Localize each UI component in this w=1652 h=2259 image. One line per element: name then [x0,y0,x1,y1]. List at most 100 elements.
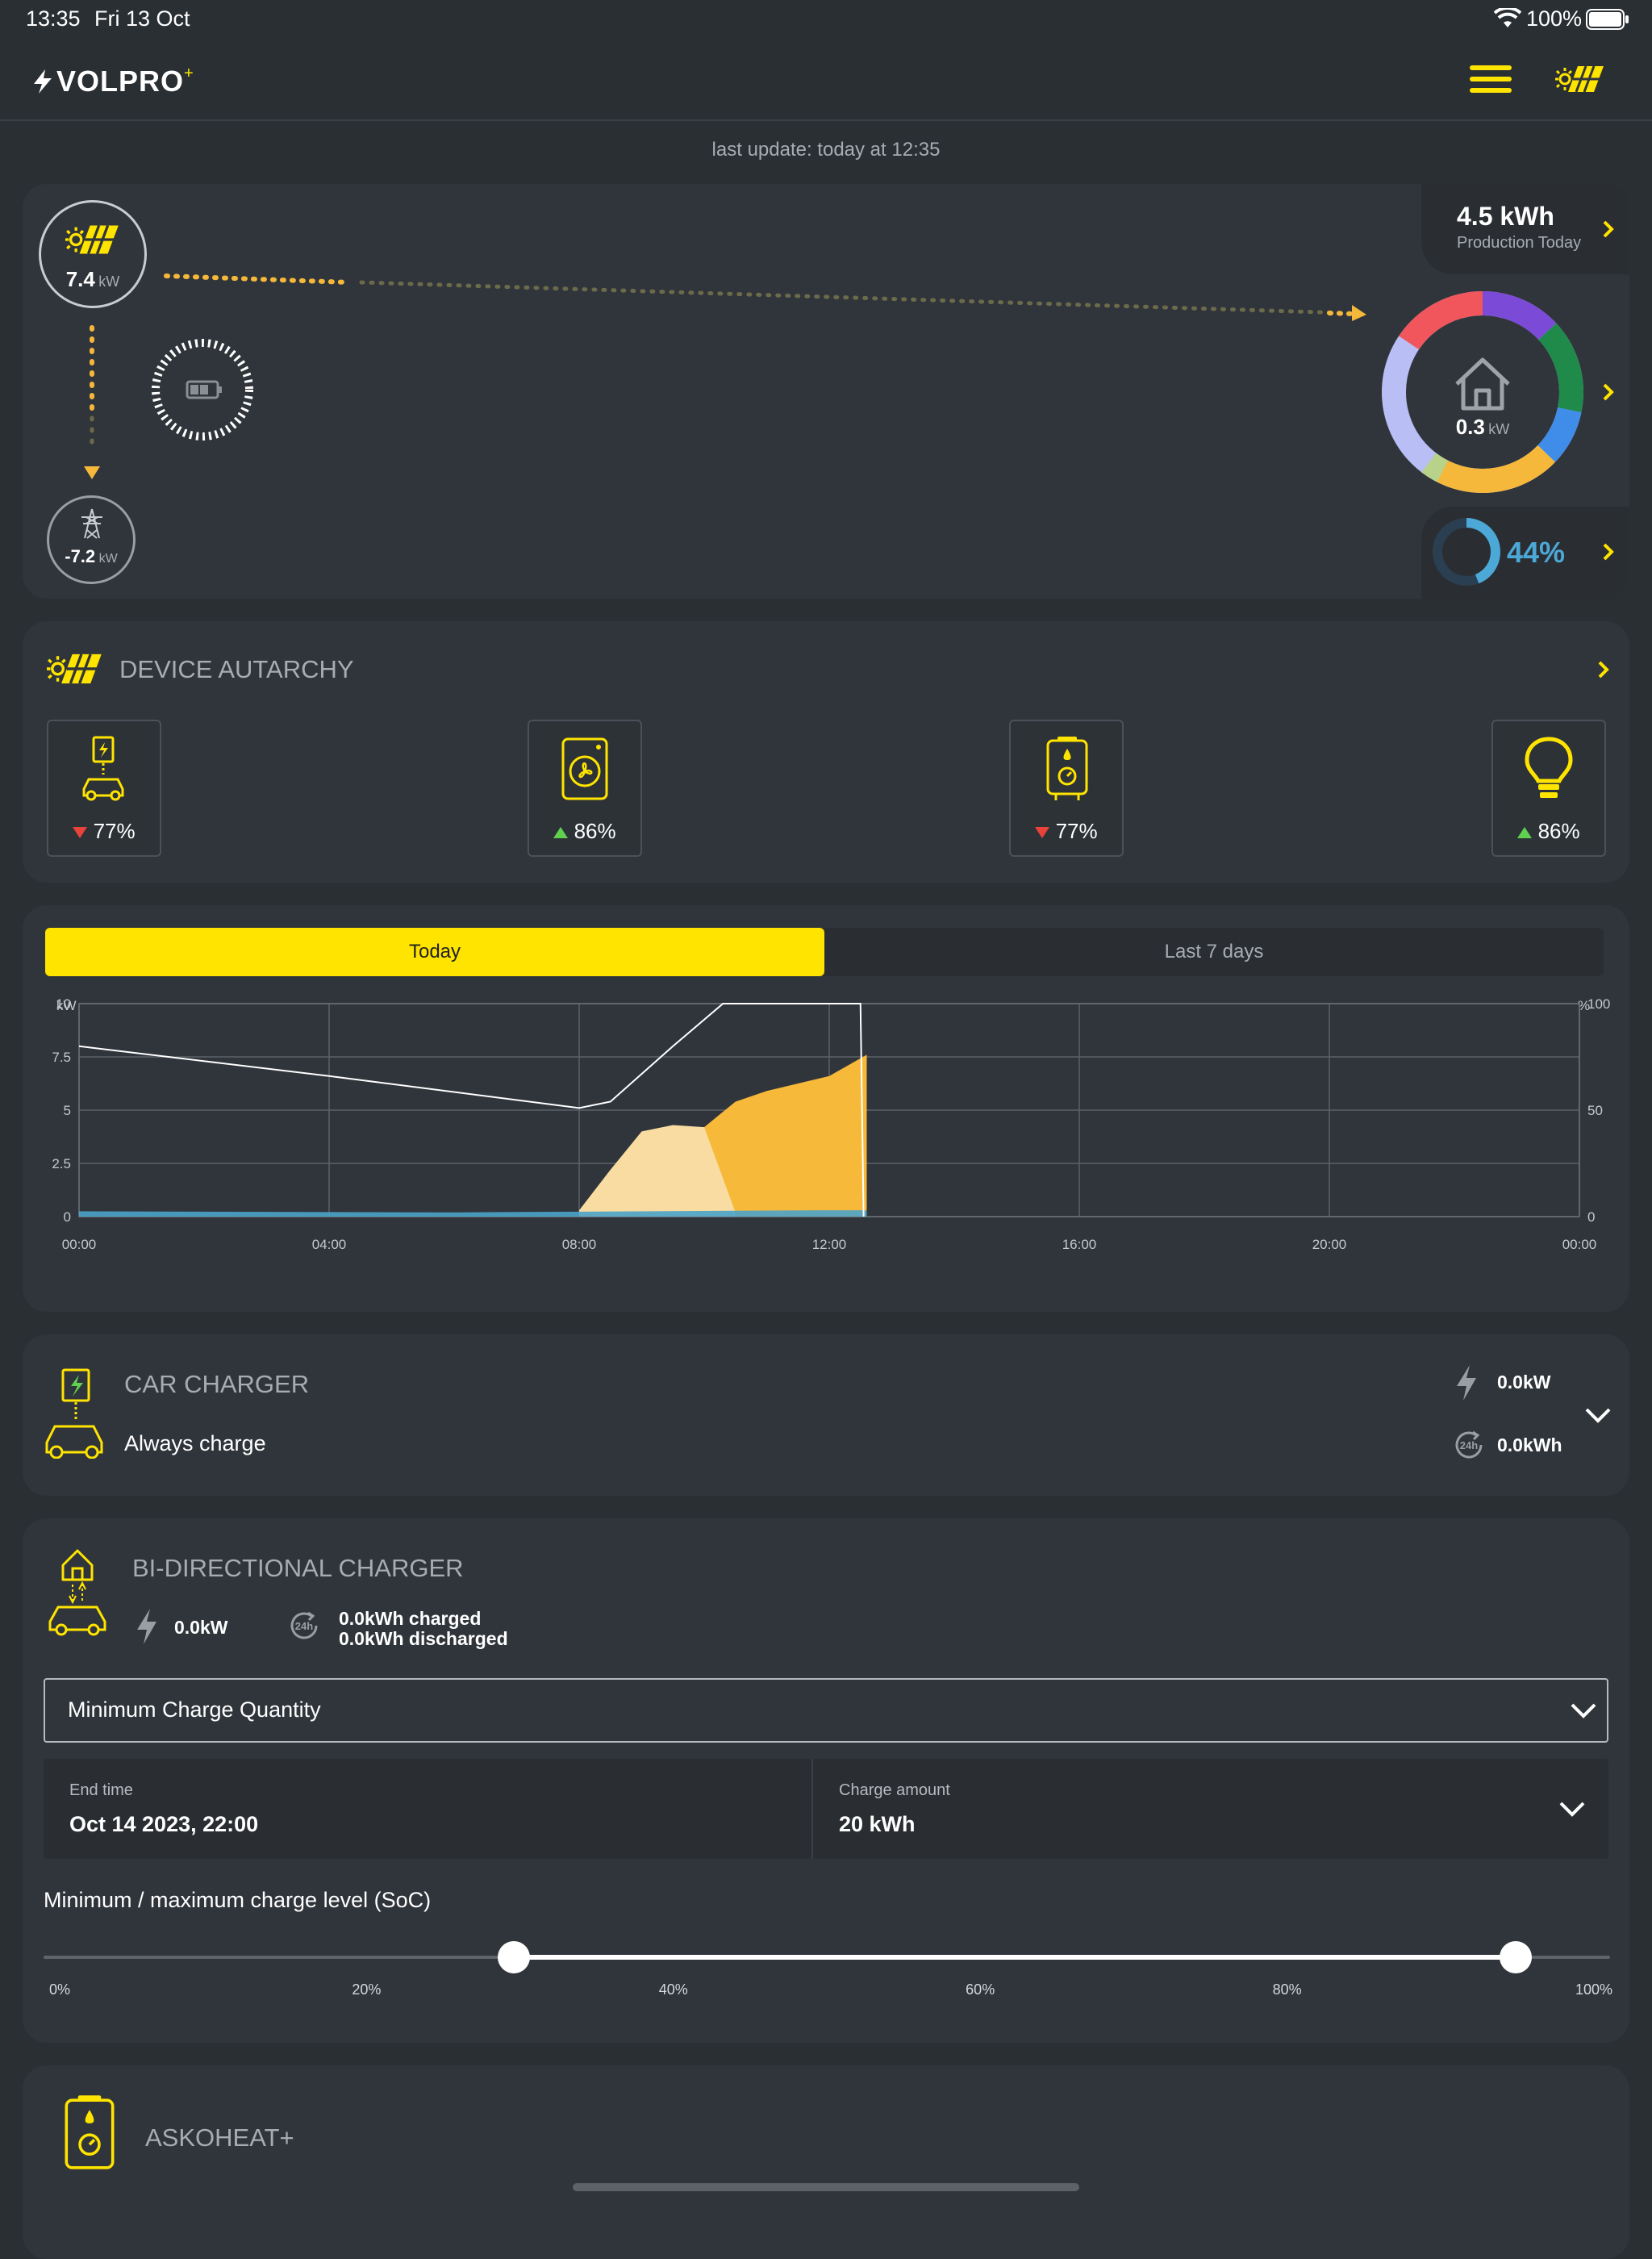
car-charger-icon [82,736,124,801]
chevron-right-icon[interactable] [1599,542,1618,562]
device-water-heater[interactable]: 77% [1009,720,1124,857]
brand-logo[interactable]: VOLPRO + [31,65,194,98]
chevron-down-icon[interactable] [1584,1405,1612,1425]
x-tick: 12:00 [812,1237,847,1252]
x-tick: 00:00 [62,1237,97,1252]
area-series-2 [79,1210,867,1217]
last-update: last update: today at 12:35 [711,139,941,161]
charge-mode-select[interactable]: Minimum Charge Quantity [44,1678,1608,1743]
production-today-panel[interactable]: 4.5 kWh Production Today [1421,184,1629,274]
bidir-title: BI-DIRECTIONAL CHARGER [132,1554,464,1582]
water-heater-icon [65,2095,115,2169]
device-car-charger[interactable]: 77% [47,720,161,857]
autarchy-ring [1433,518,1500,586]
trend-down-icon [73,827,88,838]
charge-amount-field[interactable]: Charge amount 20 kWh [813,1759,1608,1859]
water-heater-icon [1046,737,1088,800]
battery-icon [1586,9,1629,30]
power-pylon-icon [81,508,102,539]
end-time-label: End time [69,1781,133,1799]
y-tick-left: 10 [56,996,71,1012]
production-value: 4.5 kWh [1457,202,1554,231]
chevron-down-icon [1571,1703,1596,1718]
bolt-logo-icon [34,69,52,94]
battery-node[interactable] [150,337,255,442]
device-value: 77% [48,819,160,844]
car-charger-card[interactable]: CAR CHARGER Always charge 0.0kW 24h 0.0k… [23,1334,1629,1496]
energy-chart-card: Today Last 7 days kW % 10 7.5 5 2.5 0 100 50 0 0… [23,905,1629,1312]
car-charger-title: CAR CHARGER [124,1370,310,1398]
askoheat-card[interactable]: ASKOHEAT+ [23,2065,1629,2259]
tab-today[interactable]: Today [45,928,824,976]
soc-tick-label: 40% [658,1981,688,1998]
hamburger-menu-icon[interactable] [1466,56,1515,102]
chevron-right-icon[interactable] [1599,382,1618,402]
x-tick: 08:00 [562,1237,597,1252]
x-tick: 16:00 [1062,1237,1097,1252]
bidir-charged: 0.0kWh charged [339,1608,482,1629]
y-tick-left: 5 [64,1103,71,1118]
device-value: 86% [1493,819,1604,844]
soc-label: Minimum / maximum charge level (SoC) [44,1888,432,1912]
end-time-value: Oct 14 2023, 22:00 [69,1812,259,1836]
y-tick-left: 7.5 [52,1050,71,1065]
device-lighting[interactable]: 86% [1491,720,1606,857]
svg-text:24h: 24h [295,1620,313,1632]
device-autarchy-card: DEVICE AUTARCHY 77% 86% 77% 86% [23,621,1629,883]
charge-mode-value: Minimum Charge Quantity [68,1697,321,1722]
soc-tick-label: 100% [1575,1981,1613,1998]
soc-range-slider[interactable] [44,1933,1610,1981]
status-date: Fri 13 Oct [94,6,190,31]
wifi-icon [1494,8,1521,27]
end-time-field[interactable]: End time Oct 14 2023, 22:00 [44,1759,813,1859]
house-unit: kW [1488,421,1510,437]
chart-tab-bar: Today Last 7 days [45,928,1604,976]
trend-up-icon [553,827,569,838]
grid-value: -7.2 [65,546,96,566]
lightbulb-icon [1525,737,1573,798]
energy-flow-card: 7.4 kW -7.2 kW 4.5 kWh Production Today … [23,184,1629,599]
house-consumption-donut[interactable]: 0.3 kW [1378,287,1587,497]
y-tick-left: 2.5 [52,1156,71,1171]
car-charger-mode: Always charge [124,1431,266,1455]
y-tick-right: 50 [1587,1103,1603,1118]
house-value: 0.3 [1455,415,1485,439]
solar-panel-icon[interactable] [1552,56,1608,102]
power-bolt-icon [137,1609,156,1644]
soc-tick-label: 20% [352,1981,382,1998]
bidirectional-charger-card: BI-DIRECTIONAL CHARGER 0.0kW 24h 0.0kWh … [23,1518,1629,2043]
tab-last-7-days[interactable]: Last 7 days [824,928,1604,976]
charge-amount-value: 20 kWh [839,1812,916,1836]
device-value: 77% [1011,819,1122,844]
home-indicator [573,2183,1079,2191]
chevron-right-icon[interactable] [1594,660,1613,679]
x-tick: 20:00 [1312,1237,1347,1252]
battery-ring-icon [152,339,253,441]
x-tick: 04:00 [312,1237,347,1252]
bidir-discharged: 0.0kWh discharged [339,1628,508,1649]
consumption-donut-chart [1382,291,1583,493]
chevron-right-icon[interactable] [1599,219,1618,239]
brand-name: VOLPRO [56,65,185,98]
soc-tick-label: 0% [48,1981,71,1998]
device-autarchy-title: DEVICE AUTARCHY [119,655,354,683]
slider-min-handle[interactable] [497,1941,530,1973]
slider-max-handle[interactable] [1500,1941,1533,1973]
grid-node[interactable]: -7.2 kW [47,495,136,584]
autarchy-percent: 44% [1507,536,1566,569]
energy-chart: kW % 107.552.5010050000:00 04:00 08:00 12:0… [52,996,1610,1252]
bidir-power: 0.0kW [174,1617,228,1638]
soc-tick-label: 60% [966,1981,995,1998]
daily-energy-icon: 24h [1455,1430,1483,1459]
bidirectional-car-icon [48,1549,106,1636]
heat-pump-icon [561,737,608,800]
autarchy-panel[interactable]: 44% [1421,507,1629,599]
device-heat-pump[interactable]: 86% [528,720,642,857]
power-bolt-icon [1457,1365,1476,1401]
askoheat-title: ASKOHEAT+ [145,2123,294,2152]
grid-unit: kW [98,552,118,566]
status-bar: 13:35 Fri 13 Oct 100% [0,0,1652,39]
trend-down-icon [1035,827,1050,838]
solar-panel-icon [47,653,102,684]
chevron-down-icon [1559,1802,1585,1817]
